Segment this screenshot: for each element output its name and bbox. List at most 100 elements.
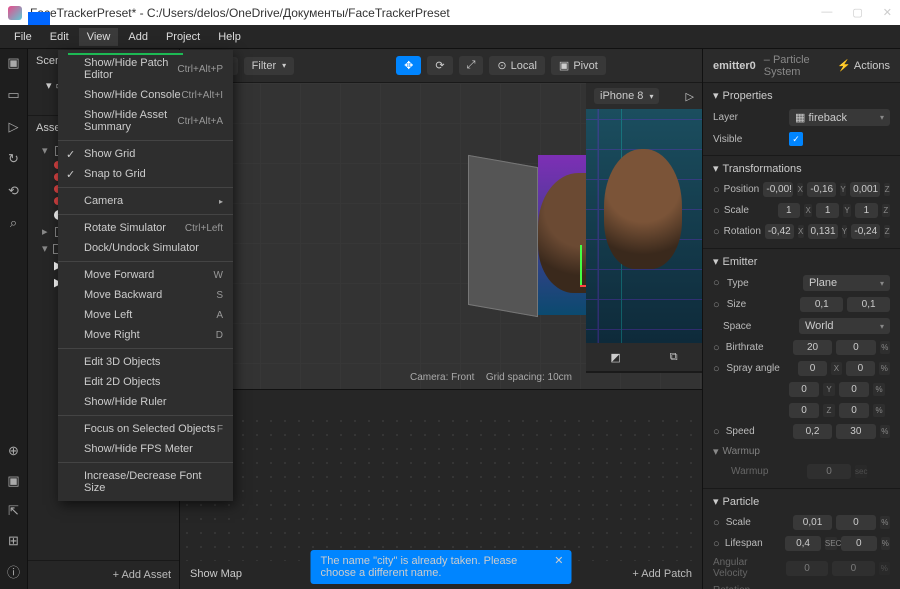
- pscale2-input[interactable]: 0: [836, 515, 875, 530]
- spray4-input[interactable]: 0: [839, 382, 869, 397]
- section-particle[interactable]: Particle: [723, 496, 760, 508]
- menu-asset-summary[interactable]: Show/Hide Asset SummaryCtrl+Alt+A: [58, 105, 233, 137]
- type-select[interactable]: Plane▾: [803, 275, 890, 291]
- menu-help[interactable]: Help: [210, 28, 249, 46]
- filter-dropdown[interactable]: Filter▾: [244, 57, 294, 75]
- rot-z-input[interactable]: -0,24: [851, 224, 880, 239]
- pos-y-input[interactable]: -0,16: [807, 182, 836, 197]
- size2-input[interactable]: 0,1: [847, 297, 890, 312]
- minimize-button[interactable]: —: [821, 6, 832, 19]
- spray5-input[interactable]: 0: [789, 403, 819, 418]
- menu-show-grid[interactable]: ✓Show Grid: [58, 144, 233, 164]
- menu-edit-3d[interactable]: Edit 3D Objects: [58, 352, 233, 372]
- menu-camera[interactable]: Camera▸: [58, 191, 233, 211]
- viewport-3d[interactable]: Camera: Front Grid spacing: 10cm iPhone …: [180, 83, 702, 389]
- tool-export-icon[interactable]: ⇱: [6, 503, 22, 519]
- angvel1-input: 0: [786, 561, 828, 576]
- menu-rotate-sim[interactable]: Rotate SimulatorCtrl+Left: [58, 218, 233, 238]
- menu-focus[interactable]: Focus on Selected ObjectsF: [58, 419, 233, 439]
- menu-fps[interactable]: Show/Hide FPS Meter: [58, 439, 233, 459]
- tool-sync-icon[interactable]: ↻: [6, 151, 22, 167]
- menu-project[interactable]: Project: [158, 28, 208, 46]
- menu-edit-2d[interactable]: Edit 2D Objects: [58, 372, 233, 392]
- menu-ruler[interactable]: Show/Hide Ruler: [58, 392, 233, 412]
- life1-input[interactable]: 0,4: [785, 536, 821, 551]
- patch-editor-title: Editor: [180, 390, 702, 414]
- scale-x-input[interactable]: 1: [778, 203, 801, 218]
- section-emitter[interactable]: Emitter: [723, 256, 758, 268]
- scale-z-input[interactable]: 1: [855, 203, 878, 218]
- maximize-button[interactable]: ▢: [852, 6, 862, 19]
- size1-input[interactable]: 0,1: [800, 297, 843, 312]
- spray6-input[interactable]: 0: [839, 403, 869, 418]
- menu-dock-sim[interactable]: Dock/Undock Simulator: [58, 238, 233, 258]
- rot-y-input[interactable]: 0,131: [808, 224, 838, 239]
- device-selector[interactable]: iPhone 8▾: [594, 88, 659, 104]
- space-select[interactable]: World▾: [799, 318, 890, 334]
- window-title: FaceTrackerPreset* - C:/Users/delos/OneD…: [30, 6, 821, 20]
- rotate-tool[interactable]: ⟳: [427, 56, 452, 75]
- tool-settings-icon[interactable]: ⊞: [6, 533, 22, 549]
- scale-tool[interactable]: ⤢: [459, 56, 484, 75]
- menu-fontsize[interactable]: Increase/Decrease Font Size: [58, 466, 233, 498]
- add-patch-button[interactable]: + Add Patch: [632, 568, 692, 580]
- tool-add-icon[interactable]: ⊕: [6, 443, 22, 459]
- app-logo: [8, 6, 22, 20]
- menu-add[interactable]: Add: [120, 28, 156, 46]
- menu-edit[interactable]: Edit: [42, 28, 77, 46]
- birth1-input[interactable]: 20: [793, 340, 832, 355]
- menu-move-left: Move LeftA: [58, 305, 233, 325]
- birth2-input[interactable]: 0: [836, 340, 875, 355]
- patch-canvas[interactable]: [180, 414, 702, 561]
- angvel2-input: 0: [832, 561, 874, 576]
- menu-file[interactable]: File: [6, 28, 40, 46]
- tool-box-icon[interactable]: ▣: [6, 473, 22, 489]
- tool-info-icon[interactable]: ⓘ: [6, 563, 22, 579]
- spray3-input[interactable]: 0: [789, 382, 819, 397]
- pscale1-input[interactable]: 0,01: [793, 515, 832, 530]
- add-asset-button[interactable]: + Add Asset: [28, 560, 179, 589]
- menu-move-fwd: Move ForwardW: [58, 265, 233, 285]
- view-menu-dropdown: Show/Hide Patch EditorCtrl+Alt+P Show/Hi…: [58, 50, 233, 501]
- show-map-button[interactable]: Show Map: [190, 568, 242, 580]
- menu-console[interactable]: Show/Hide ConsoleCtrl+Alt+I: [58, 85, 233, 105]
- pos-z-input[interactable]: 0,001: [850, 182, 880, 197]
- device-preview: [586, 109, 702, 343]
- layer-select[interactable]: ▦ fireback▾: [789, 109, 890, 126]
- preview-camera-icon[interactable]: ◩: [610, 351, 620, 364]
- pos-x-input[interactable]: -0,00!: [763, 182, 793, 197]
- move-tool[interactable]: ✥: [396, 56, 421, 75]
- object-type: – Particle System: [764, 54, 829, 78]
- actions-button[interactable]: ⚡ Actions: [837, 59, 890, 72]
- scale-y-input[interactable]: 1: [816, 203, 839, 218]
- menu-move-right: Move RightD: [58, 325, 233, 345]
- visible-checkbox[interactable]: ✓: [789, 132, 803, 146]
- section-transforms[interactable]: Transformations: [723, 163, 802, 175]
- tool-play-icon[interactable]: ▷: [6, 119, 22, 135]
- tool-layers-icon[interactable]: ▣: [6, 55, 22, 71]
- spray2-input[interactable]: 0: [846, 361, 875, 376]
- local-toggle[interactable]: ⊙ Local: [489, 56, 545, 75]
- tool-device-icon[interactable]: ▭: [6, 87, 22, 103]
- tool-link-icon[interactable]: ⟲: [6, 183, 22, 199]
- preview-play-icon[interactable]: ▷: [686, 90, 694, 103]
- speed2-input[interactable]: 30: [836, 424, 875, 439]
- spray1-input[interactable]: 0: [798, 361, 827, 376]
- menu-patch-editor[interactable]: Show/Hide Patch EditorCtrl+Alt+P: [58, 53, 233, 85]
- preview-capture-icon[interactable]: ⧉: [670, 351, 678, 364]
- toast-close-button[interactable]: ✕: [554, 554, 563, 567]
- camera-label: Camera: Front: [410, 372, 474, 383]
- rot-x-input[interactable]: -0,42: [765, 224, 794, 239]
- life2-input[interactable]: 0: [841, 536, 877, 551]
- menu-snap-grid[interactable]: ✓Snap to Grid: [58, 164, 233, 184]
- tool-search-icon[interactable]: ⌕: [6, 215, 22, 231]
- warmup-input[interactable]: 0: [807, 464, 851, 479]
- speed1-input[interactable]: 0,2: [793, 424, 832, 439]
- close-button[interactable]: ✕: [883, 6, 892, 19]
- pivot-toggle[interactable]: ▣ Pivot: [551, 56, 606, 75]
- menu-view[interactable]: View: [79, 28, 119, 46]
- section-properties[interactable]: Properties: [723, 90, 773, 102]
- grid-label: Grid spacing: 10cm: [486, 372, 572, 383]
- menu-move-back: Move BackwardS: [58, 285, 233, 305]
- toast-message: The name "city" is already taken. Please…: [311, 550, 572, 584]
